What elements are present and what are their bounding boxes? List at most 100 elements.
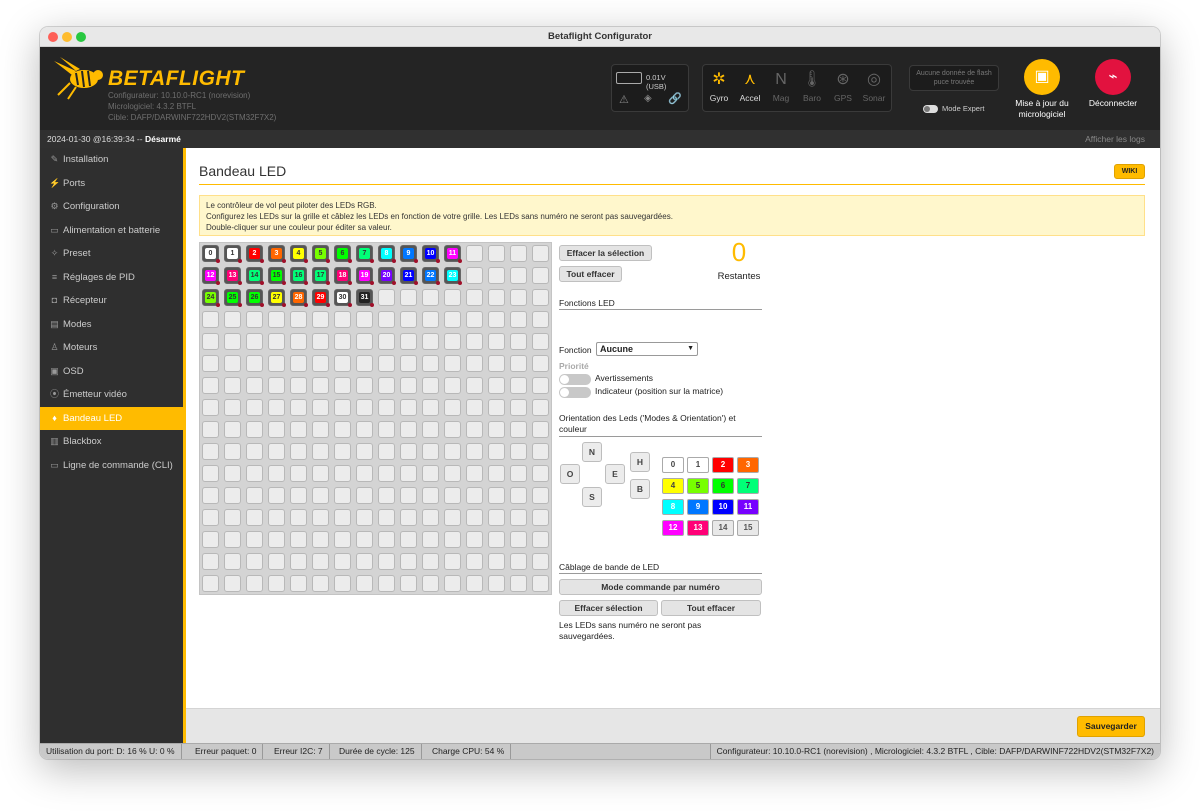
grid-cell[interactable] — [224, 553, 241, 570]
grid-cell[interactable] — [224, 531, 241, 548]
grid-cell[interactable] — [488, 399, 505, 416]
grid-cell[interactable] — [532, 333, 549, 350]
grid-cell[interactable] — [400, 531, 417, 548]
grid-cell[interactable] — [422, 487, 439, 504]
grid-cell[interactable] — [312, 509, 329, 526]
grid-cell[interactable] — [532, 465, 549, 482]
color-swatch[interactable]: 14 — [712, 520, 734, 536]
grid-cell[interactable] — [290, 399, 307, 416]
grid-cell[interactable] — [334, 531, 351, 548]
show-logs-link[interactable]: Afficher les logs — [1085, 130, 1145, 148]
grid-cell[interactable] — [532, 443, 549, 460]
sidebar-item-blackbox[interactable]: ▥ Blackbox — [40, 430, 183, 453]
color-swatch[interactable]: 5 — [687, 478, 709, 494]
grid-cell[interactable] — [334, 333, 351, 350]
grid-cell[interactable] — [334, 553, 351, 570]
grid-cell[interactable] — [268, 399, 285, 416]
grid-cell[interactable] — [290, 465, 307, 482]
grid-cell[interactable] — [532, 267, 549, 284]
grid-cell[interactable] — [466, 267, 483, 284]
led-cell[interactable]: 10 — [422, 245, 440, 263]
save-button[interactable]: Sauvegarder — [1077, 716, 1145, 737]
color-swatch[interactable]: 12 — [662, 520, 684, 536]
led-cell[interactable]: 21 — [400, 267, 418, 285]
led-cell[interactable]: 28 — [290, 289, 308, 307]
grid-cell[interactable] — [444, 443, 461, 460]
minimize-window-button[interactable] — [62, 32, 72, 42]
grid-cell[interactable] — [422, 465, 439, 482]
grid-cell[interactable] — [466, 333, 483, 350]
grid-cell[interactable] — [444, 377, 461, 394]
function-select[interactable]: Aucune ▼ — [596, 342, 698, 356]
sidebar-item-cli[interactable]: ▭ Ligne de commande (CLI) — [40, 454, 183, 477]
grid-cell[interactable] — [488, 311, 505, 328]
grid-cell[interactable] — [422, 531, 439, 548]
grid-cell[interactable] — [510, 465, 527, 482]
grid-cell[interactable] — [224, 421, 241, 438]
grid-cell[interactable] — [488, 509, 505, 526]
sidebar-item-preset[interactable]: ✧ Preset — [40, 242, 183, 265]
direction-down-button[interactable]: B — [630, 479, 650, 499]
grid-cell[interactable] — [400, 289, 417, 306]
color-swatch[interactable]: 1 — [687, 457, 709, 473]
grid-cell[interactable] — [422, 311, 439, 328]
indicator-toggle[interactable] — [559, 387, 591, 398]
grid-cell[interactable] — [510, 289, 527, 306]
grid-cell[interactable] — [334, 421, 351, 438]
led-cell[interactable]: 2 — [246, 245, 264, 263]
grid-cell[interactable] — [356, 443, 373, 460]
grid-cell[interactable] — [466, 553, 483, 570]
grid-cell[interactable] — [422, 421, 439, 438]
led-cell[interactable]: 24 — [202, 289, 220, 307]
grid-cell[interactable] — [378, 289, 395, 306]
grid-cell[interactable] — [400, 377, 417, 394]
grid-cell[interactable] — [532, 575, 549, 592]
grid-cell[interactable] — [268, 553, 285, 570]
led-cell[interactable]: 23 — [444, 267, 462, 285]
grid-cell[interactable] — [488, 245, 505, 262]
grid-cell[interactable] — [224, 443, 241, 460]
direction-north-button[interactable]: N — [582, 442, 602, 462]
clear-all-button[interactable]: Tout effacer — [559, 266, 622, 282]
grid-cell[interactable] — [246, 575, 263, 592]
grid-cell[interactable] — [488, 355, 505, 372]
grid-cell[interactable] — [510, 575, 527, 592]
sidebar-item-ports[interactable]: ⚡ Ports — [40, 172, 183, 195]
grid-cell[interactable] — [466, 377, 483, 394]
grid-cell[interactable] — [444, 289, 461, 306]
color-swatch[interactable]: 15 — [737, 520, 759, 536]
clear-selection-button[interactable]: Effacer la sélection — [559, 245, 652, 261]
grid-cell[interactable] — [290, 443, 307, 460]
color-swatch[interactable]: 9 — [687, 499, 709, 515]
grid-cell[interactable] — [444, 399, 461, 416]
led-cell[interactable]: 15 — [268, 267, 286, 285]
wiki-button[interactable]: WIKI — [1114, 164, 1145, 179]
color-swatch[interactable]: 11 — [737, 499, 759, 515]
grid-cell[interactable] — [224, 311, 241, 328]
wire-clear-selection-button[interactable]: Effacer sélection — [559, 600, 658, 616]
grid-cell[interactable] — [334, 399, 351, 416]
grid-cell[interactable] — [378, 443, 395, 460]
grid-cell[interactable] — [488, 487, 505, 504]
grid-cell[interactable] — [268, 333, 285, 350]
grid-cell[interactable] — [488, 333, 505, 350]
grid-cell[interactable] — [378, 553, 395, 570]
wire-mode-button[interactable]: Mode commande par numéro — [559, 579, 762, 595]
grid-cell[interactable] — [312, 553, 329, 570]
grid-cell[interactable] — [466, 311, 483, 328]
grid-cell[interactable] — [334, 465, 351, 482]
grid-cell[interactable] — [488, 443, 505, 460]
grid-cell[interactable] — [290, 509, 307, 526]
grid-cell[interactable] — [290, 333, 307, 350]
grid-cell[interactable] — [422, 289, 439, 306]
sidebar-item-power[interactable]: ▭ Alimentation et batterie — [40, 219, 183, 242]
grid-cell[interactable] — [532, 487, 549, 504]
grid-cell[interactable] — [400, 399, 417, 416]
grid-cell[interactable] — [246, 333, 263, 350]
grid-cell[interactable] — [334, 355, 351, 372]
grid-cell[interactable] — [466, 465, 483, 482]
grid-cell[interactable] — [444, 553, 461, 570]
grid-cell[interactable] — [312, 531, 329, 548]
grid-cell[interactable] — [532, 289, 549, 306]
led-cell[interactable]: 11 — [444, 245, 462, 263]
